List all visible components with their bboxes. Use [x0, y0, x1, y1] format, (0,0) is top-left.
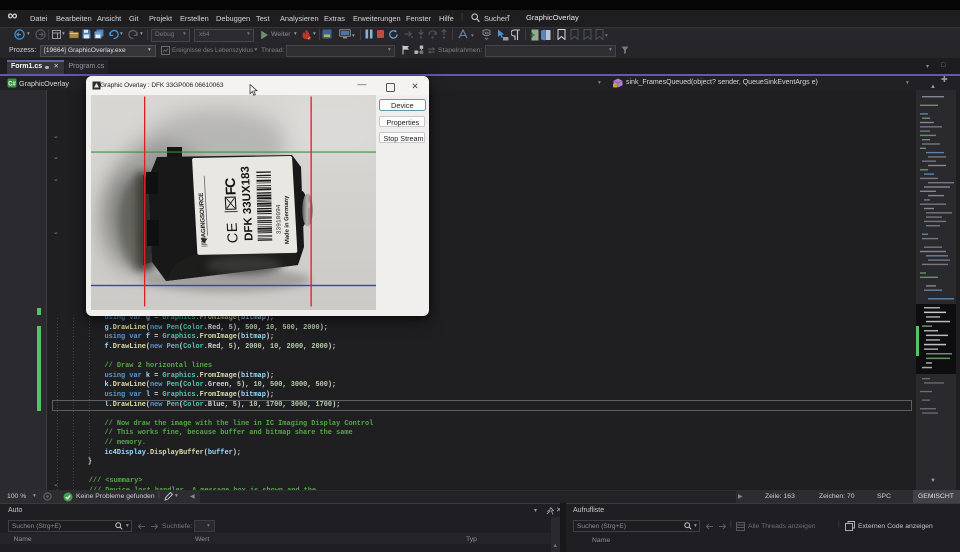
svg-text:FC: FC — [222, 178, 239, 196]
svg-text:33910094: 33910094 — [275, 204, 283, 234]
svg-text:Made in Germany: Made in Germany — [284, 195, 291, 244]
svg-text:CE: CE — [225, 222, 242, 243]
svg-text:C#: C# — [8, 81, 16, 87]
